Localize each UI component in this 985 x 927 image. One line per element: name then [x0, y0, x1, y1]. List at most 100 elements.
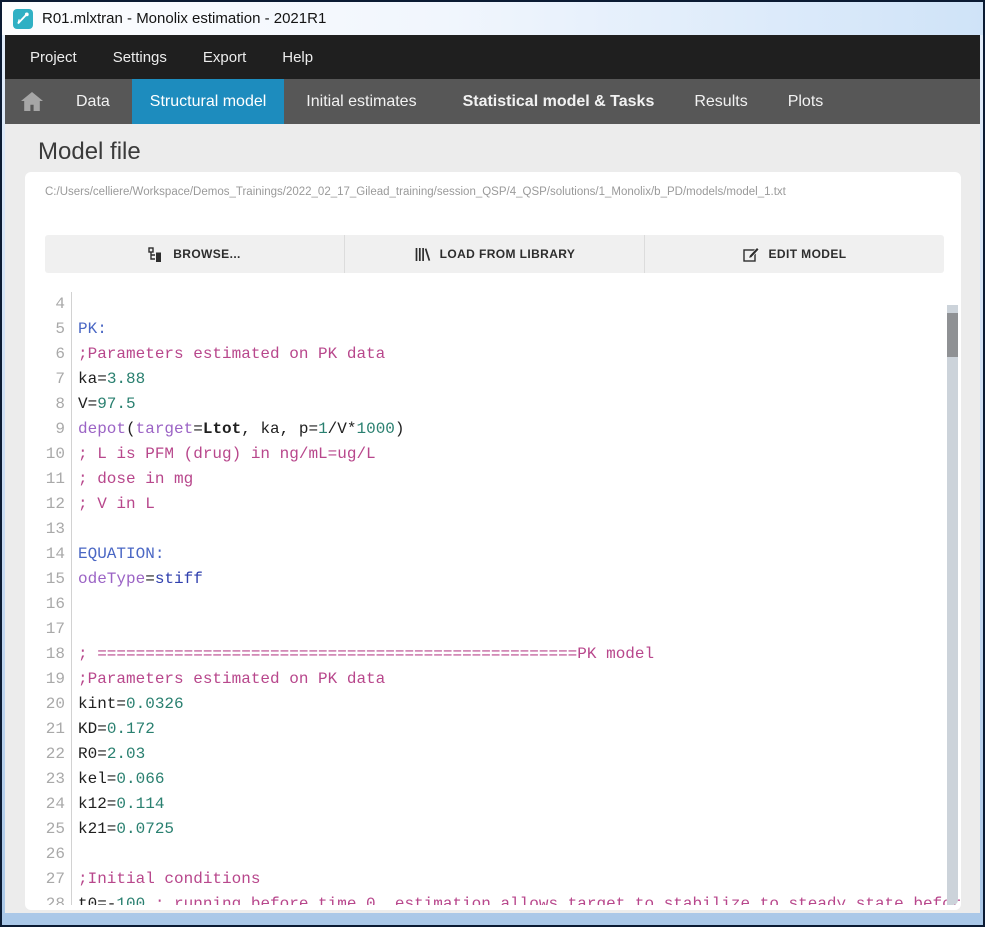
- main-content: Model file C:/Users/celliere/Workspace/D…: [5, 124, 980, 913]
- model-file-path: C:/Users/celliere/Workspace/Demos_Traini…: [45, 186, 941, 198]
- code-line-19: 19;Parameters estimated on PK data: [25, 667, 961, 692]
- code-token: ; V in L: [78, 495, 155, 513]
- code-line-27: 27;Initial conditions: [25, 867, 961, 892]
- button-load-from-library[interactable]: LOAD FROM LIBRARY: [345, 235, 645, 273]
- code-text: KD=0.172: [78, 717, 155, 742]
- menu-item-export[interactable]: Export: [203, 49, 246, 66]
- browse-tree-icon: [148, 247, 164, 262]
- code-line-4: 4: [25, 292, 961, 317]
- monolix-logo-icon: [13, 9, 33, 29]
- line-number: 6: [25, 342, 72, 367]
- code-token: KD=: [78, 720, 107, 738]
- code-token: =: [193, 420, 203, 438]
- code-text: PK:: [78, 317, 107, 342]
- button-label: LOAD FROM LIBRARY: [440, 247, 576, 261]
- code-line-14: 14 EQUATION:: [25, 542, 961, 567]
- tab-plots[interactable]: Plots: [770, 79, 842, 124]
- tab-results[interactable]: Results: [676, 79, 765, 124]
- line-number: 14: [25, 542, 72, 567]
- button-browse[interactable]: BROWSE...: [45, 235, 345, 273]
- button-edit-model[interactable]: EDIT MODEL: [645, 235, 944, 273]
- code-text: ;Initial conditions: [78, 867, 260, 892]
- line-number: 28: [25, 892, 72, 905]
- code-token: 0.172: [107, 720, 155, 738]
- model-file-card: C:/Users/celliere/Workspace/Demos_Traini…: [25, 172, 961, 910]
- code-text: ;Parameters estimated on PK data: [78, 667, 385, 692]
- code-line-25: 25k21=0.0725: [25, 817, 961, 842]
- code-token: 1000: [356, 420, 394, 438]
- code-token: k12=: [78, 795, 116, 813]
- code-token: V=: [78, 395, 97, 413]
- menu-item-settings[interactable]: Settings: [113, 49, 167, 66]
- code-token: kel=: [78, 770, 116, 788]
- code-token: ka=: [78, 370, 107, 388]
- code-line-6: 6 ;Parameters estimated on PK data: [25, 342, 961, 367]
- tab-bar: DataStructural modelInitial estimatesSta…: [5, 79, 980, 124]
- code-line-23: 23 kel=0.066: [25, 767, 961, 792]
- tab-initial-estimates[interactable]: Initial estimates: [288, 79, 434, 124]
- code-token: odeType: [78, 570, 145, 588]
- editor-scrollbar-thumb[interactable]: [947, 313, 958, 357]
- line-number: 17: [25, 617, 72, 642]
- code-line-13: 13: [25, 517, 961, 542]
- code-line-20: 20kint=0.0326: [25, 692, 961, 717]
- line-number: 24: [25, 792, 72, 817]
- code-line-11: 11; dose in mg: [25, 467, 961, 492]
- code-token: t0=-: [78, 895, 116, 905]
- code-text: ; V in L: [78, 492, 155, 517]
- tab-structural-model[interactable]: Structural model: [132, 79, 285, 124]
- code-line-15: 15odeType=stiff: [25, 567, 961, 592]
- code-text: kint=0.0326: [78, 692, 184, 717]
- code-text: ; ======================================…: [78, 642, 654, 667]
- line-number: 4: [25, 292, 72, 317]
- menu-item-project[interactable]: Project: [30, 49, 77, 66]
- line-number: 10: [25, 442, 72, 467]
- code-token: Ltot: [203, 420, 241, 438]
- line-number: 15: [25, 567, 72, 592]
- code-token: 1: [318, 420, 328, 438]
- code-editor[interactable]: 45PK:6;Parameters estimated on PK data7k…: [25, 288, 961, 905]
- code-token: k21=: [78, 820, 116, 838]
- code-line-5: 5 PK:: [25, 317, 961, 342]
- code-line-28: 28 t0=-100 ; running before time 0, estim…: [25, 892, 961, 905]
- code-token: ; dose in mg: [78, 470, 193, 488]
- line-number: 20: [25, 692, 72, 717]
- tab-statistical-model-tasks[interactable]: Statistical model & Tasks: [445, 79, 673, 124]
- code-token: target: [136, 420, 194, 438]
- line-number: 26: [25, 842, 72, 867]
- code-token: 0.114: [116, 795, 164, 813]
- tab-data[interactable]: Data: [58, 79, 128, 124]
- code-line-10: 10; L is PFM (drug) in ng/mL=ug/L: [25, 442, 961, 467]
- code-token: (: [126, 420, 136, 438]
- line-number: 23: [25, 767, 72, 792]
- code-line-18: 18; ====================================…: [25, 642, 961, 667]
- menu-item-help[interactable]: Help: [282, 49, 313, 66]
- line-number: 7: [25, 367, 72, 392]
- code-text: k12=0.114: [78, 792, 164, 817]
- line-number: 5: [25, 317, 72, 342]
- code-lines: 45PK:6;Parameters estimated on PK data7k…: [25, 288, 961, 905]
- code-token: R0=: [78, 745, 107, 763]
- code-token: EQUATION:: [78, 545, 164, 563]
- code-token: 0.0326: [126, 695, 184, 713]
- home-tab[interactable]: [5, 79, 58, 124]
- code-token: 0.066: [116, 770, 164, 788]
- code-text: odeType=stiff: [78, 567, 203, 592]
- code-line-24: 24k12=0.114: [25, 792, 961, 817]
- code-token: PK:: [78, 320, 107, 338]
- code-text: ; dose in mg: [78, 467, 193, 492]
- code-token: ;Initial conditions: [78, 870, 260, 888]
- code-line-9: 9depot(target=Ltot, ka, p=1/V*1000): [25, 417, 961, 442]
- code-text: ;Parameters estimated on PK data: [78, 342, 385, 367]
- code-text: EQUATION:: [78, 542, 164, 567]
- code-text: ; L is PFM (drug) in ng/mL=ug/L: [78, 442, 376, 467]
- button-label: EDIT MODEL: [769, 247, 847, 261]
- home-icon: [20, 91, 44, 112]
- line-number: 18: [25, 642, 72, 667]
- line-number: 21: [25, 717, 72, 742]
- code-token: ;Parameters estimated on PK data: [78, 345, 385, 363]
- code-text: t0=-100 ; running before time 0, estimat…: [78, 892, 961, 905]
- line-number: 8: [25, 392, 72, 417]
- line-number: 13: [25, 517, 72, 542]
- editor-scrollbar-track[interactable]: [947, 305, 958, 905]
